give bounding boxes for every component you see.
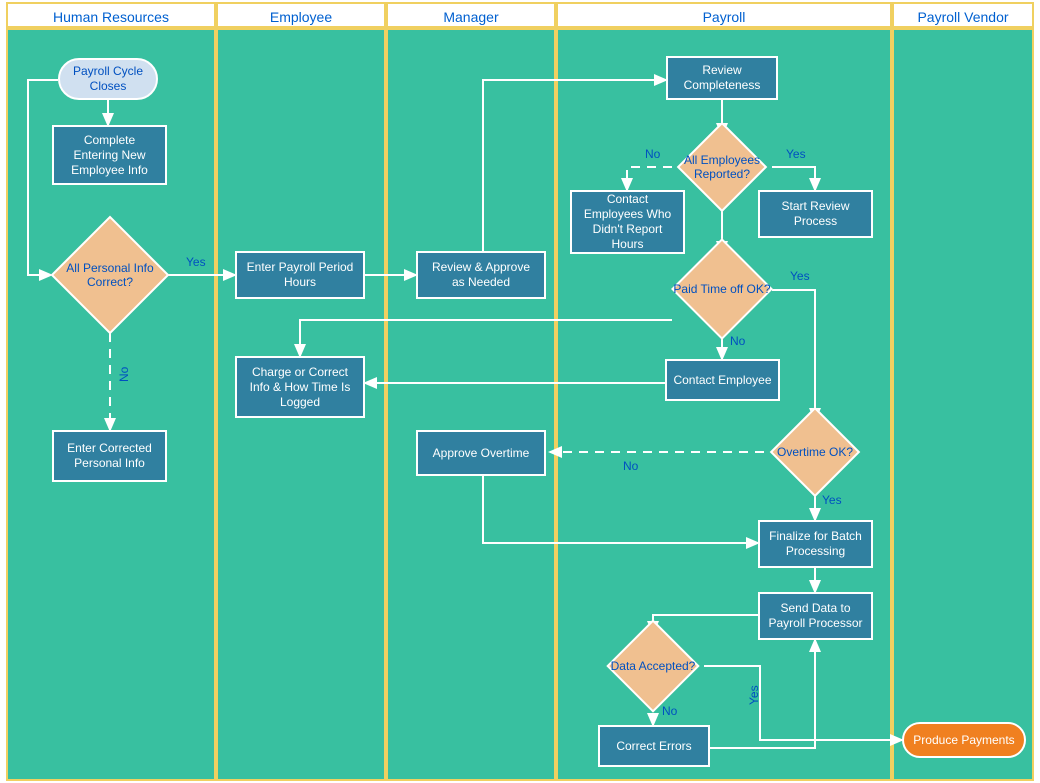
- process-complete-entering: Complete Entering New Employee Info: [52, 125, 167, 185]
- lane-header-emp: Employee: [216, 2, 386, 28]
- process-contact-not-reported: Contact Employees Who Didn't Report Hour…: [570, 190, 685, 254]
- terminator-produce-payments: Produce Payments: [902, 722, 1026, 758]
- lane-header-hr: Human Resources: [6, 2, 216, 28]
- lane-header-vend: Payroll Vendor: [892, 2, 1034, 28]
- process-enter-corrected: Enter Corrected Personal Info: [52, 430, 167, 482]
- terminator-start: Payroll Cycle Closes: [58, 58, 158, 100]
- process-charge-correct: Charge or Correct Info & How Time Is Log…: [235, 356, 365, 418]
- lane-header-mgr: Manager: [386, 2, 556, 28]
- label-yes-allemp: Yes: [786, 148, 806, 160]
- label-no-pto: No: [730, 335, 745, 347]
- label-no-ot: No: [623, 460, 638, 472]
- process-start-review: Start Review Process: [758, 190, 873, 238]
- label-yes-data: Yes: [748, 685, 760, 705]
- lane-header-pay: Payroll: [556, 2, 892, 28]
- process-contact-employee: Contact Employee: [665, 359, 780, 401]
- process-correct-errors: Correct Errors: [598, 725, 710, 767]
- label-yes-info: Yes: [186, 256, 206, 268]
- label-yes-ot: Yes: [822, 494, 842, 506]
- label-no-info: No: [118, 367, 130, 382]
- label-yes-pto: Yes: [790, 270, 810, 282]
- label-no-data: No: [662, 705, 677, 717]
- label-no-allemp: No: [645, 148, 660, 160]
- swimlane-flowchart: Human Resources Employee Manager Payroll…: [0, 0, 1040, 783]
- process-review-completeness: Review Completeness: [666, 56, 778, 100]
- process-review-approve: Review & Approve as Needed: [416, 251, 546, 299]
- lane-body-mgr: [386, 28, 556, 781]
- lane-body-vend: [892, 28, 1034, 781]
- process-finalize: Finalize for Batch Processing: [758, 520, 873, 568]
- process-enter-hours: Enter Payroll Period Hours: [235, 251, 365, 299]
- process-send-data: Send Data to Payroll Processor: [758, 592, 873, 640]
- process-approve-overtime: Approve Overtime: [416, 430, 546, 476]
